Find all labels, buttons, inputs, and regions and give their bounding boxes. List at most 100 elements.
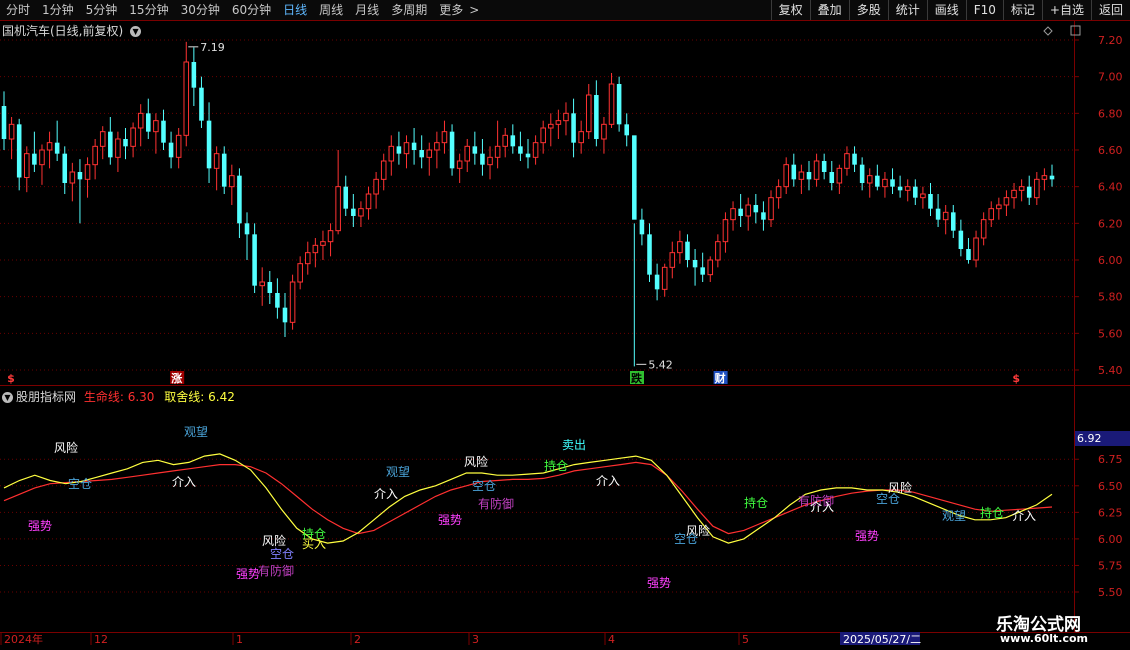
toolbar-button-0[interactable]: 复权 xyxy=(770,0,810,20)
period-tab-6[interactable]: 日线 xyxy=(277,0,313,20)
event-marker-bg xyxy=(630,371,644,384)
indicator-axis-label: 6.25 xyxy=(1098,506,1123,519)
toolbar-button-1[interactable]: 叠加 xyxy=(809,0,849,20)
signal-label: 有防御 xyxy=(258,563,294,578)
event-marker: $ xyxy=(7,372,15,385)
candle-body xyxy=(252,234,257,286)
candle-body xyxy=(988,208,995,221)
candle-body xyxy=(928,194,933,209)
signal-label: 观望 xyxy=(386,465,410,479)
candle-body xyxy=(175,134,182,158)
period-tab-2[interactable]: 5分钟 xyxy=(80,0,124,20)
period-tab-10[interactable]: 更多 xyxy=(433,0,469,20)
period-tab-3[interactable]: 15分钟 xyxy=(123,0,174,20)
current-value: 6.92 xyxy=(1077,432,1102,445)
indicator-axis-label: 5.75 xyxy=(1098,559,1123,572)
candle-body xyxy=(494,145,501,158)
candle-body xyxy=(304,252,311,265)
candle-body xyxy=(578,131,584,144)
period-tab-5[interactable]: 60分钟 xyxy=(226,0,277,20)
candle-body xyxy=(616,84,622,125)
candle-body xyxy=(935,208,941,220)
toolbar: 分时 1分钟 5分钟 15分钟 30分钟 60分钟 日线 周线 月线 多周期 更多 > 复权 叠加 多股统… xyxy=(0,0,1130,21)
candle-body xyxy=(540,127,546,144)
chart-canvas[interactable]: 7.20 7.00 6.80 6.60 6.40 6.20 6.00 5.80 5.60 5.40… xyxy=(0,0,1130,650)
toolbar-button-7[interactable]: +自选 xyxy=(1041,0,1091,20)
candle-body xyxy=(647,234,652,275)
chevron-down-icon[interactable]: ▼ xyxy=(130,26,142,37)
period-tab-4[interactable]: 30分钟 xyxy=(175,0,226,20)
toolbar-button-3[interactable]: 统计 xyxy=(887,0,927,20)
candle-body xyxy=(882,178,888,188)
main-chart-title: 国机汽车(日线,前复权) ▼ xyxy=(2,22,142,39)
toolbar-button-6[interactable]: 标记 xyxy=(1002,0,1042,20)
price-axis-label: 5.80 xyxy=(1098,291,1123,304)
candle-body xyxy=(1011,189,1017,199)
date-axis-label: 2 xyxy=(354,633,361,646)
chevron-right-icon[interactable]: > xyxy=(469,0,485,20)
toolbar-buttons: 复权 叠加 多股 统计 画线 F10 标记 +自选 返回 xyxy=(770,0,1130,20)
toolbar-button-5[interactable]: F10 xyxy=(965,0,1003,20)
candle-body xyxy=(920,193,926,199)
candle-body xyxy=(8,123,15,140)
signal-label: 风险 xyxy=(262,533,286,548)
signal-label: 买入 xyxy=(302,537,326,551)
candle-body xyxy=(46,142,53,151)
price-axis-label: 6.60 xyxy=(1098,144,1123,157)
candle-body xyxy=(866,175,873,184)
period-tab-0[interactable]: 分时 xyxy=(0,0,36,20)
period-tab-8[interactable]: 月线 xyxy=(349,0,385,20)
candle-body xyxy=(639,219,645,235)
toolbar-button-2[interactable]: 多股 xyxy=(848,0,888,20)
candle-body xyxy=(312,244,319,254)
signal-label: 空仓 xyxy=(674,532,698,546)
candle-body xyxy=(358,208,364,217)
candle-body xyxy=(320,241,326,246)
toolbar-button-4[interactable]: 画线 xyxy=(926,0,966,20)
candle-body xyxy=(677,241,683,254)
candle-body xyxy=(753,205,759,213)
candle-body xyxy=(199,87,204,121)
period-tab-9[interactable]: 多周期 xyxy=(385,0,433,20)
period-tab-1[interactable]: 1分钟 xyxy=(36,0,80,20)
candle-body xyxy=(768,197,774,221)
candle-body xyxy=(875,175,880,187)
candle-body xyxy=(464,145,471,162)
chevron-down-icon[interactable]: ▼ xyxy=(2,392,13,403)
candle-body xyxy=(267,282,273,293)
event-marker-bg xyxy=(713,371,728,384)
candle-body xyxy=(829,172,835,183)
candle-body xyxy=(289,281,296,323)
signal-label: 持仓 xyxy=(744,495,768,510)
event-marker: 跌 xyxy=(631,371,643,385)
candle-body xyxy=(130,127,136,147)
candle-body xyxy=(343,186,349,209)
candle-body xyxy=(973,237,979,261)
signal-label: 有防御 xyxy=(478,496,514,511)
candle-body xyxy=(1,106,7,139)
candle-body xyxy=(441,131,448,144)
candle-body xyxy=(502,134,508,147)
candle-body xyxy=(730,208,736,221)
candle-body xyxy=(624,124,630,136)
indicator-axis-label: 5.50 xyxy=(1098,586,1123,599)
candle-body xyxy=(456,160,463,169)
signal-label: 强势 xyxy=(855,529,879,543)
life-line-value: 6.30 xyxy=(127,390,155,404)
candle-body xyxy=(396,146,402,154)
candle-body xyxy=(852,153,857,165)
decision-line-value: 6.42 xyxy=(208,390,235,404)
candle-body xyxy=(532,142,539,158)
candle-body xyxy=(707,259,714,276)
candle-body xyxy=(563,112,569,122)
candle-body xyxy=(950,212,956,231)
candle-body xyxy=(327,230,334,243)
signal-label: 介入 xyxy=(596,474,620,488)
candle-body xyxy=(411,142,417,150)
candle-body xyxy=(221,153,227,187)
toolbar-button-8[interactable]: 返回 xyxy=(1090,0,1130,20)
period-tab-7[interactable]: 周线 xyxy=(313,0,349,20)
signal-label: 空仓 xyxy=(68,477,92,491)
candle-body xyxy=(335,186,341,232)
candle-body xyxy=(373,178,379,195)
